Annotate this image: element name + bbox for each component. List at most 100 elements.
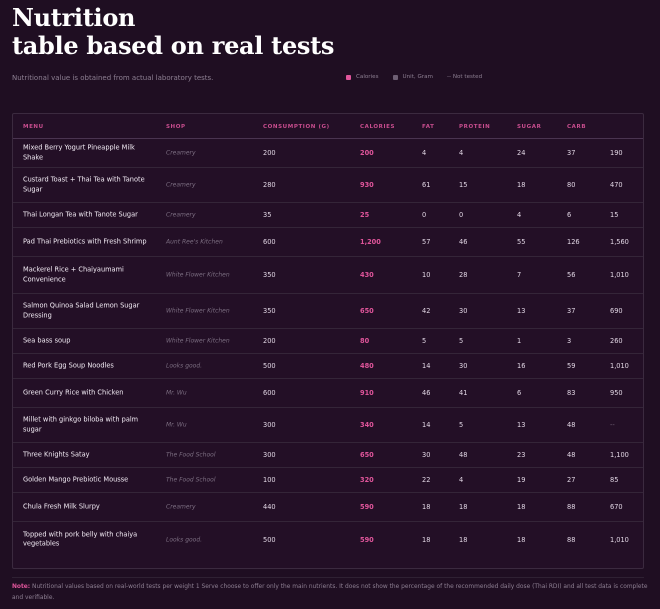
cell-sugar: 23 bbox=[517, 451, 526, 459]
nutrition-table: MENU SHOP CONSUMPTION (G) CALORIES FAT P… bbox=[12, 113, 644, 569]
cell-menu: Mixed Berry Yogurt Pineapple Milk Shake bbox=[23, 143, 135, 162]
footnote-text: Nutritional values based on real-world t… bbox=[12, 584, 648, 601]
cell-protein: 41 bbox=[459, 389, 468, 397]
cell-shop: White Flower Kitchen bbox=[166, 307, 230, 315]
legend-item-calories: Calories bbox=[346, 74, 379, 80]
cell-fat: 4 bbox=[422, 149, 427, 157]
cell-fat: 0 bbox=[422, 211, 427, 219]
legend: Calories Unit, Gram -- Not tested bbox=[346, 74, 482, 80]
column-header-consumption: CONSUMPTION (G) bbox=[263, 124, 330, 130]
cell-sugar: 13 bbox=[517, 307, 526, 315]
cell-protein: 30 bbox=[459, 362, 468, 370]
cell-shop: The Food School bbox=[166, 451, 216, 459]
cell-shop: Creamery bbox=[166, 149, 196, 157]
cell-menu: Red Pork Egg Soup Noodles bbox=[23, 361, 114, 370]
cell-shop: White Flower Kitchen bbox=[166, 337, 230, 345]
table-body: Mixed Berry Yogurt Pineapple Milk Shake C… bbox=[13, 139, 643, 557]
table-header: MENU SHOP CONSUMPTION (G) CALORIES FAT P… bbox=[13, 114, 643, 139]
cell-menu: Green Curry Rice with Chicken bbox=[23, 388, 124, 397]
cell-consumption: 300 bbox=[263, 421, 276, 429]
column-header-carb: CARB bbox=[567, 124, 587, 130]
legend-not-tested-label: -- Not tested bbox=[447, 74, 483, 80]
cell-carb: 126 bbox=[567, 238, 580, 246]
cell-shop: Creamery bbox=[166, 211, 196, 219]
cell-shop: Mr. Wu bbox=[166, 421, 187, 429]
cell-carb: 37 bbox=[567, 149, 576, 157]
cell-sugar: 13 bbox=[517, 421, 526, 429]
cell-carb: 3 bbox=[567, 337, 572, 345]
cell-extra: 1,010 bbox=[610, 535, 629, 544]
cell-calories: 480 bbox=[360, 362, 374, 370]
cell-fat: 14 bbox=[422, 362, 431, 370]
column-header-calories: CALORIES bbox=[360, 124, 396, 130]
table-row: Salmon Quinoa Salad Lemon Sugar Dressing… bbox=[13, 294, 643, 329]
cell-fat: 22 bbox=[422, 476, 431, 484]
table-row: Three Knights Satay The Food School 300 650… bbox=[13, 443, 643, 468]
note-divider bbox=[12, 577, 644, 578]
cell-sugar: 19 bbox=[517, 476, 526, 484]
cell-menu: Three Knights Satay bbox=[23, 450, 90, 459]
cell-calories: 590 bbox=[360, 535, 374, 544]
legend-calories-label: Calories bbox=[356, 74, 379, 80]
cell-menu: Sea bass soup bbox=[23, 336, 71, 345]
cell-extra: 1,560 bbox=[610, 238, 629, 246]
cell-fat: 46 bbox=[422, 389, 431, 397]
cell-fat: 42 bbox=[422, 307, 431, 315]
cell-fat: 5 bbox=[422, 337, 427, 345]
cell-shop: Creamery bbox=[166, 503, 196, 511]
cell-protein: 46 bbox=[459, 238, 468, 246]
cell-menu: Millet with ginkgo biloba with palm suga… bbox=[23, 415, 139, 434]
cell-sugar: 55 bbox=[517, 238, 526, 246]
cell-fat: 61 bbox=[422, 181, 431, 189]
cell-carb: 59 bbox=[567, 362, 576, 370]
cell-calories: 25 bbox=[360, 211, 370, 219]
cell-extra: 470 bbox=[610, 181, 623, 189]
cell-extra: -- bbox=[610, 421, 615, 429]
column-header-fat: FAT bbox=[422, 124, 435, 130]
cell-menu: Chula Fresh Milk Slurpy bbox=[23, 502, 100, 511]
table-row: Golden Mango Prebiotic Mousse The Food Sc… bbox=[13, 468, 643, 493]
column-header-shop: SHOP bbox=[166, 124, 186, 130]
cell-calories: 340 bbox=[360, 421, 374, 429]
cell-sugar: 18 bbox=[517, 503, 526, 511]
page-subtitle: Nutritional value is obtained from actua… bbox=[12, 74, 214, 82]
cell-menu: Golden Mango Prebiotic Mousse bbox=[23, 475, 129, 484]
cell-carb: 27 bbox=[567, 476, 576, 484]
table-row: Mackerel Rice + Chaiyaumami Convenience W… bbox=[13, 257, 643, 294]
cell-consumption: 300 bbox=[263, 451, 276, 459]
table-row: Chula Fresh Milk Slurpy Creamery 440 590 18 1… bbox=[13, 493, 643, 522]
cell-carb: 83 bbox=[567, 389, 576, 397]
cell-carb: 48 bbox=[567, 421, 576, 429]
cell-carb: 88 bbox=[567, 503, 576, 511]
cell-consumption: 350 bbox=[263, 307, 276, 315]
cell-protein: 5 bbox=[459, 421, 464, 429]
cell-extra: 690 bbox=[610, 307, 623, 315]
cell-sugar: 16 bbox=[517, 362, 526, 370]
table-row: Thai Longan Tea with Tanote Sugar Creamer… bbox=[13, 203, 643, 228]
cell-sugar: 24 bbox=[517, 149, 526, 157]
cell-shop: Aunt Ree's Kitchen bbox=[166, 238, 223, 246]
unit-swatch-icon bbox=[392, 74, 398, 80]
cell-menu: Pad Thai Prebiotics with Fresh Shrimp bbox=[23, 237, 147, 246]
cell-extra: 15 bbox=[610, 211, 619, 219]
cell-menu: Mackerel Rice + Chaiyaumami Convenience bbox=[23, 265, 124, 284]
cell-consumption: 100 bbox=[263, 476, 276, 484]
table-row: Pad Thai Prebiotics with Fresh Shrimp Aun… bbox=[13, 228, 643, 257]
table-row: Topped with pork belly with chaiya veget… bbox=[13, 522, 643, 557]
cell-calories: 930 bbox=[360, 181, 374, 189]
cell-consumption: 500 bbox=[263, 535, 276, 544]
cell-fat: 57 bbox=[422, 238, 431, 246]
legend-item-unit: Unit, Gram bbox=[392, 74, 433, 80]
cell-carb: 56 bbox=[567, 271, 576, 279]
cell-calories: 200 bbox=[360, 149, 374, 157]
cell-calories: 650 bbox=[360, 451, 374, 459]
cell-protein: 15 bbox=[459, 181, 468, 189]
cell-calories: 430 bbox=[360, 271, 374, 279]
legend-unit-label: Unit, Gram bbox=[402, 74, 433, 80]
cell-shop: The Food School bbox=[166, 476, 216, 484]
cell-consumption: 440 bbox=[263, 503, 276, 511]
table-row: Red Pork Egg Soup Noodles Looks good. 500 4… bbox=[13, 354, 643, 379]
cell-carb: 37 bbox=[567, 307, 576, 315]
legend-item-not-tested: -- Not tested bbox=[447, 74, 482, 80]
cell-consumption: 600 bbox=[263, 389, 276, 397]
